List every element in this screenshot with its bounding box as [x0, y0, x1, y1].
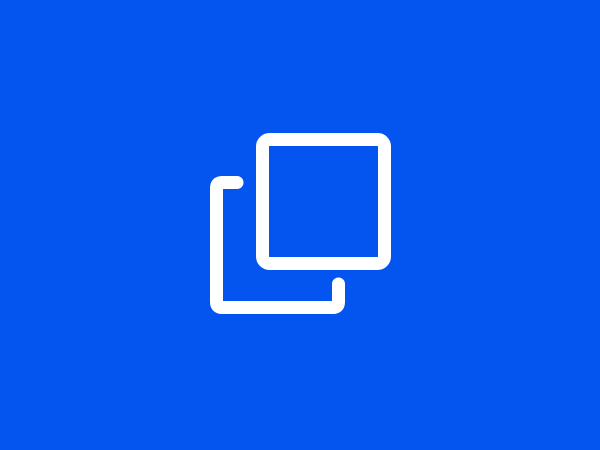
icon-canvas — [0, 0, 600, 450]
copy-icon — [0, 0, 600, 450]
copy-icon-front-square — [256, 133, 391, 270]
copy-icon-graphic — [210, 133, 391, 314]
copy-icon-back-square — [210, 176, 345, 314]
